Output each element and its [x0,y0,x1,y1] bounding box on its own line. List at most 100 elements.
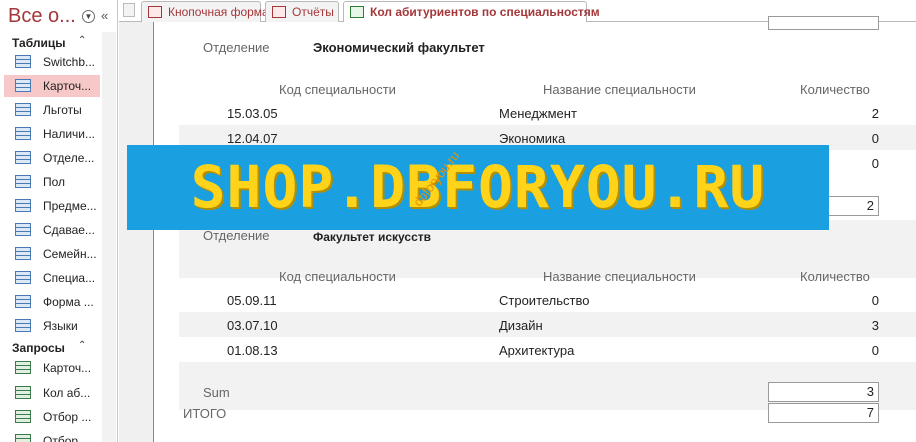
dept-name: Факультет искусств [313,230,432,244]
chevron-down-icon[interactable]: ▼ [82,10,95,23]
cell-name: Экономика [499,131,566,146]
query-icon [15,361,31,374]
cell-name: Дизайн [499,318,543,333]
table-icon [15,79,31,92]
nav-item-label: Наличи... [43,127,96,141]
table-icon [15,103,31,116]
query-icon [15,386,31,399]
dept-label: Отделение [203,228,270,243]
tab-label: Кол абитуриентов по специальностям [370,5,600,19]
cell-code: 05.09.11 [227,293,277,308]
tab-switchboard-form[interactable]: Кнопочная форма [141,1,269,22]
cell-count: 0 [871,343,879,358]
nav-item-query[interactable]: Отбор ... [4,406,100,428]
total-label: ИТОГО [183,406,227,421]
chevron-up-icon[interactable]: ⌃ [78,340,86,351]
nav-title[interactable]: Все о... [8,5,76,28]
cell-count: 2 [871,106,879,121]
nav-item-label: Кол аб... [43,386,91,400]
column-header-code: Код специальности [279,82,396,97]
cell-count: 0 [871,131,879,146]
cell-code: 01.08.13 [227,343,278,358]
chevron-up-icon[interactable]: ⌃ [78,35,86,46]
nav-group-label: Таблицы [12,36,66,50]
nav-item-table[interactable]: Карточ... [4,75,100,97]
navigation-pane: Все о... ▼ « Таблицы ⌃ Switchb... Карточ… [0,0,118,442]
tab-applicants-report[interactable]: Кол абитуриентов по специальностям [343,1,600,23]
watermark-text: SHOP.DBFORYOU.RU [190,153,766,221]
nav-item-table[interactable]: Switchb... [4,51,100,73]
nav-item-table[interactable]: Сдавае... [4,219,100,241]
table-icon [15,247,31,260]
cell-count: 0 [871,293,879,308]
table-icon [15,55,31,68]
nav-item-label: Сдавае... [43,223,95,237]
cell-code: 12.04.07 [227,131,278,146]
cell-name: Строительство [499,293,590,308]
nav-item-label: Отбор ... [43,410,92,424]
column-header-name: Название специальности [543,82,696,97]
table-icon [15,319,31,332]
grand-total-box: 7 [768,403,879,423]
report-view[interactable]: Отделение Экономический факультет Код сп… [155,16,916,442]
nav-item-table[interactable]: Наличи... [4,123,100,145]
query-icon [15,434,31,442]
cell-code: 03.07.10 [227,318,278,333]
table-icon [15,175,31,188]
nav-header: Все о... ▼ « [0,0,118,32]
table-icon [15,271,31,284]
nav-item-label: Switchb... [43,55,96,69]
sum-label: Sum [203,385,230,400]
nav-item-table[interactable]: Пол [4,171,100,193]
nav-item-label: Отделе... [43,151,95,165]
nav-item-label: Карточ... [43,79,92,93]
nav-item-table[interactable]: Форма ... [4,291,100,313]
cell-name: Менеджмент [499,106,577,121]
cell-count: 3 [871,318,879,333]
nav-item-label: Специа... [43,271,96,285]
report-icon [350,6,364,18]
nav-item-table[interactable]: Льготы [4,99,100,121]
row-band [179,312,916,337]
nav-item-label: Предме... [43,199,97,213]
collapse-pane-icon[interactable]: « [101,8,108,23]
table-icon [15,127,31,140]
tab-scroll-button[interactable] [123,3,135,17]
tab-reports-form[interactable]: Отчёты [265,1,339,22]
table-icon [15,295,31,308]
column-header-count: Количество [800,82,870,97]
cell-code: 15.03.05 [227,106,278,121]
nav-item-label: Карточ... [43,361,92,375]
nav-group-label: Запросы [12,341,65,355]
query-icon [15,410,31,423]
watermark-banner: SHOP.DBFORYOU.RU [127,145,829,230]
nav-scrollbar[interactable] [102,32,116,442]
sum-box-top [768,16,879,30]
nav-item-label: Семейн... [43,247,97,261]
tab-label: Кнопочная форма [168,5,269,19]
column-header-count: Количество [800,269,870,284]
nav-item-table[interactable]: Семейн... [4,243,100,265]
dept-name: Экономический факультет [313,40,485,55]
table-icon [15,151,31,164]
nav-item-table[interactable]: Предме... [4,195,100,217]
form-icon [148,6,162,18]
nav-item-query[interactable]: Карточ... [4,357,100,379]
nav-group-queries[interactable]: Запросы ⌃ [4,339,100,357]
nav-item-table[interactable]: Отделе... [4,147,100,169]
column-header-code: Код специальности [279,269,396,284]
cell-name: Архитектура [499,343,575,358]
tab-label: Отчёты [292,5,334,19]
nav-item-label: Отбор ... [43,434,92,442]
nav-item-label: Льготы [43,103,82,117]
nav-item-table[interactable]: Специа... [4,267,100,289]
nav-item-table[interactable]: Языки [4,315,100,337]
nav-item-query[interactable]: Кол аб... [4,382,100,404]
dept-label: Отделение [203,40,270,55]
table-icon [15,199,31,212]
nav-group-tables[interactable]: Таблицы ⌃ [4,34,100,52]
form-icon [272,6,286,18]
nav-item-label: Языки [43,319,78,333]
report-margin [119,22,154,442]
nav-item-query[interactable]: Отбор ... [4,430,100,442]
